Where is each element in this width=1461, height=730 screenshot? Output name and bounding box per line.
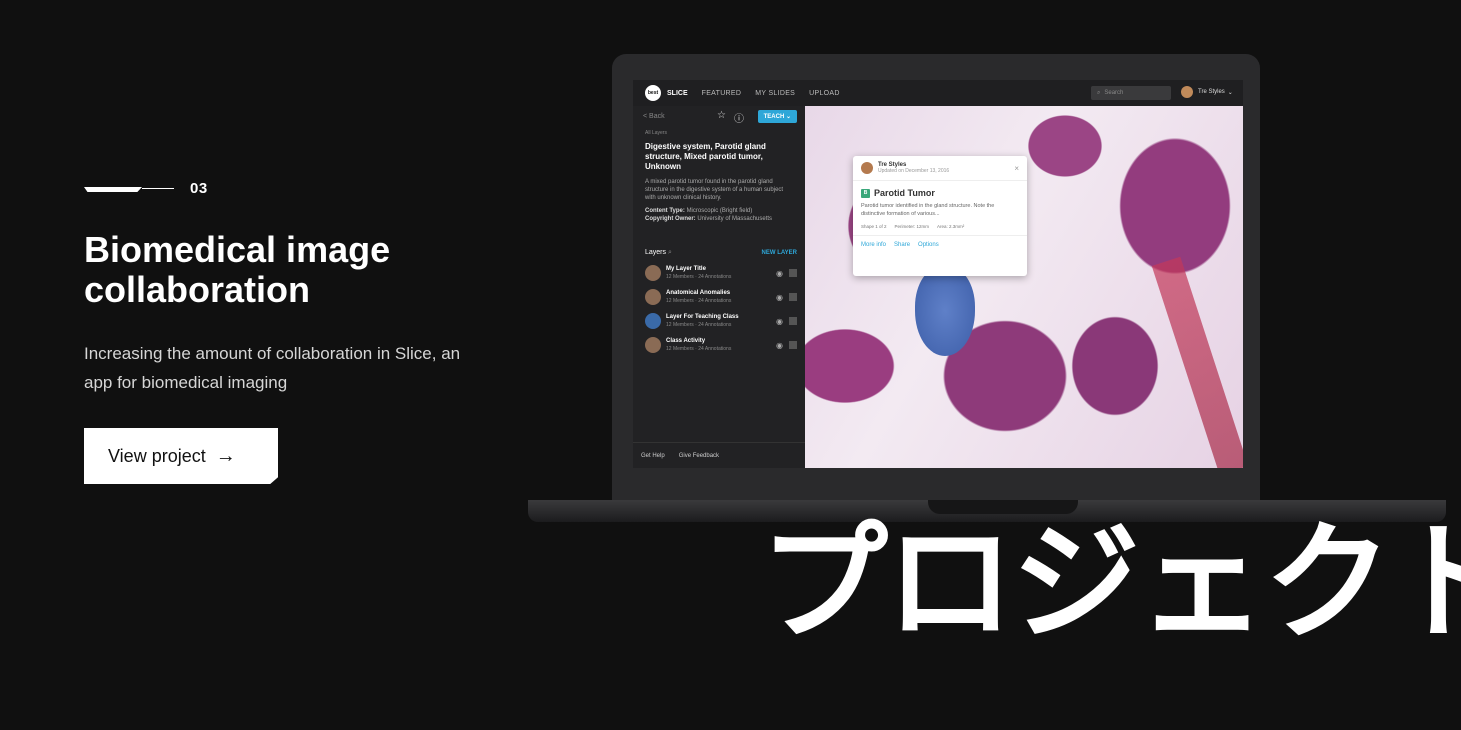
section-divider — [84, 181, 174, 201]
eye-icon[interactable]: ◉ — [776, 317, 783, 326]
close-icon[interactable]: × — [1014, 164, 1019, 173]
app-logo[interactable]: best — [645, 85, 661, 101]
give-feedback-link[interactable]: Give Feedback — [679, 453, 719, 459]
user-name: Tre Styles — [1198, 89, 1225, 95]
laptop-screen: best SLICE FEATURED MY SLIDES UPLOAD ⌕ S… — [633, 80, 1243, 468]
more-info-link[interactable]: More info — [861, 242, 886, 248]
list-item[interactable]: My Layer Title 12 Members · 24 Annotation… — [633, 257, 805, 281]
area-value: Area: 2.3mm² — [937, 224, 965, 229]
back-link[interactable]: < Back — [643, 113, 665, 120]
eye-icon[interactable]: ◉ — [776, 293, 783, 302]
new-layer-button[interactable]: NEW LAYER — [762, 250, 797, 256]
divider-thick-bar — [84, 187, 142, 192]
divider-thin-line — [142, 188, 174, 189]
search-placeholder: Search — [1104, 90, 1124, 96]
overlay-heading: プロジェクト — [760, 509, 1461, 658]
info-icon[interactable]: ⓘ — [734, 110, 744, 125]
annotation-popup: Tre Styles Updated on December 13, 2016 … — [853, 156, 1027, 276]
section-number: 03 — [190, 180, 208, 197]
layer-name: Anatomical Anomalies — [666, 290, 731, 296]
avatar — [645, 265, 661, 281]
options-link[interactable]: Options — [918, 242, 939, 248]
popup-title-text: Parotid Tumor — [874, 188, 935, 198]
layers-header: Layers ⌕ NEW LAYER — [633, 223, 805, 257]
search-icon: ⌕ — [1097, 89, 1101, 96]
eye-icon[interactable]: ◉ — [776, 269, 783, 278]
sidebar-footer: Get Help Give Feedback — [633, 442, 805, 468]
chevron-down-icon: ⌄ — [1227, 89, 1233, 96]
tissue-vessel — [1151, 256, 1243, 468]
slide-meta: Content Type: Microscopic (Bright field)… — [633, 202, 805, 223]
section-description: Increasing the amount of collaboration i… — [84, 344, 461, 392]
layer-meta: 12 Members · 24 Annotations — [666, 274, 732, 280]
popup-actions: More info Share Options — [853, 235, 1027, 248]
teach-button[interactable]: TEACH ⌄ — [757, 110, 797, 123]
copyright-label: Copyright Owner: — [645, 216, 696, 222]
popup-header: Tre Styles Updated on December 13, 2016 … — [853, 156, 1027, 181]
nav-my-slides[interactable]: MY SLIDES — [755, 90, 795, 97]
star-icon[interactable]: ☆ — [717, 110, 726, 121]
layer-meta: 12 Members · 24 Annotations — [666, 322, 732, 328]
layer-name: Class Activity — [666, 338, 706, 344]
list-item[interactable]: Class Activity 12 Members · 24 Annotation… — [633, 329, 805, 353]
layer-meta: 12 Members · 24 Annotations — [666, 346, 732, 352]
list-item[interactable]: Anatomical Anomalies 12 Members · 24 Anno… — [633, 281, 805, 305]
avatar — [645, 313, 661, 329]
list-item[interactable]: Layer For Teaching Class 12 Members · 24 … — [633, 305, 805, 329]
popup-stats: Shape 1 of 2 Perimeter: 12mm Area: 2.3mm… — [853, 218, 1027, 229]
copyright-value: University of Massachusetts — [697, 216, 773, 222]
eye-icon[interactable]: ◉ — [776, 341, 783, 350]
shape-count: Shape 1 of 2 — [861, 224, 887, 229]
app-topbar: best SLICE FEATURED MY SLIDES UPLOAD ⌕ S… — [633, 80, 1243, 106]
layer-badge: B — [861, 188, 870, 198]
arrow-right-icon: → — [215, 444, 236, 467]
breadcrumb[interactable]: All Layers — [633, 126, 805, 136]
layers-label: Layers — [645, 249, 667, 256]
layer-menu-button[interactable] — [789, 269, 797, 277]
nav-featured[interactable]: FEATURED — [702, 90, 742, 97]
avatar — [645, 289, 661, 305]
layer-name: Layer For Teaching Class — [666, 314, 739, 320]
view-project-button[interactable]: View project → — [84, 428, 278, 484]
user-menu[interactable]: Tre Styles ⌄ — [1181, 86, 1233, 98]
view-project-label: View project — [108, 445, 206, 466]
app-brand: SLICE — [667, 89, 688, 97]
search-input[interactable]: ⌕ Search — [1091, 86, 1171, 100]
content-type-value: Microscopic (Bright field) — [686, 208, 753, 214]
share-link[interactable]: Share — [894, 242, 910, 248]
layer-menu-button[interactable] — [789, 341, 797, 349]
slide-description: A mixed parotid tumor found in the parot… — [645, 179, 784, 201]
section-title: Biomedical image collaboration — [84, 229, 391, 310]
popup-title: B Parotid Tumor — [853, 181, 1027, 198]
popup-description: Parotid tumor identified in the gland st… — [861, 203, 995, 217]
sidebar: < Back ☆ ⓘ TEACH ⌄ All Layers Digestive … — [633, 106, 805, 468]
layer-name: My Layer Title — [666, 266, 706, 272]
search-icon[interactable]: ⌕ — [668, 249, 672, 256]
layer-menu-button[interactable] — [789, 293, 797, 301]
popup-date: Updated on December 13, 2016 — [878, 168, 950, 174]
layer-menu-button[interactable] — [789, 317, 797, 325]
nav-upload[interactable]: UPLOAD — [809, 90, 840, 97]
layer-meta: 12 Members · 24 Annotations — [666, 298, 732, 304]
slide-image-viewer[interactable]: Tre Styles Updated on December 13, 2016 … — [805, 106, 1243, 468]
annotation-shape[interactable] — [915, 266, 975, 356]
slide-title: Digestive system, Parotid gland structur… — [645, 142, 766, 171]
get-help-link[interactable]: Get Help — [641, 453, 665, 459]
perimeter-value: Perimeter: 12mm — [894, 224, 930, 229]
avatar — [861, 162, 873, 174]
sidebar-toolbar: < Back ☆ ⓘ TEACH ⌄ — [633, 106, 805, 126]
avatar — [645, 337, 661, 353]
avatar — [1181, 86, 1193, 98]
content-type-label: Content Type: — [645, 208, 685, 214]
